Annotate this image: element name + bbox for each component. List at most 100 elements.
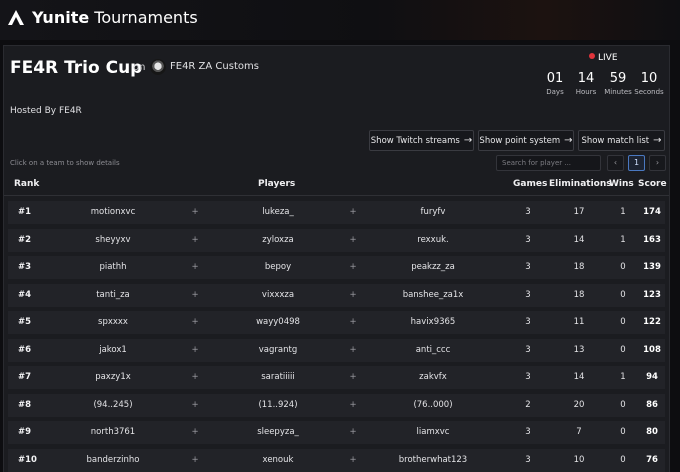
score-cell: 86 <box>646 399 658 410</box>
games-cell: 3 <box>525 344 531 355</box>
organizer-name[interactable]: FE4R ZA Customs <box>170 61 259 72</box>
player-1-name: tanti_za <box>96 289 130 300</box>
player-2-name: zyloxza <box>262 234 294 245</box>
wins-cell: 0 <box>620 399 626 410</box>
rank-cell: #6 <box>18 344 32 355</box>
eliminations-cell: 14 <box>573 372 585 382</box>
score-cell: 108 <box>643 344 661 355</box>
wins-cell: 1 <box>620 234 626 245</box>
player-3-name: (76..000) <box>413 399 453 410</box>
player-3-name: peakzz_za <box>411 262 455 272</box>
prev-page-button[interactable]: ‹ <box>607 155 624 171</box>
eliminations-cell: 17 <box>573 207 585 217</box>
rank-cell: #10 <box>18 454 37 465</box>
table-row[interactable]: #4 tanti_za + vixxxza + banshee_za1x 3 18 0 123 <box>8 283 665 307</box>
plus-icon: + <box>191 207 199 217</box>
rank-cell: #1 <box>18 207 32 217</box>
player-1-name: motionxvc <box>90 207 136 217</box>
player-2-name: lukeza_ <box>262 207 294 217</box>
plus-icon: + <box>349 454 357 465</box>
arrow-right-icon: → <box>653 135 662 146</box>
plus-icon: + <box>349 372 357 382</box>
table-row[interactable]: #9 north3761 + sleepyza_ + liamxvc 3 7 0 80 <box>8 421 665 444</box>
table-row[interactable]: #7 paxzy1x + saratiiiii + zakvfx 3 14 1 94 <box>8 366 665 389</box>
player-1-name: paxzy1x <box>95 372 131 382</box>
games-cell: 3 <box>525 207 531 217</box>
live-status: LIVE <box>589 53 618 63</box>
rank-cell: #8 <box>18 399 32 410</box>
plus-icon: + <box>191 427 199 437</box>
table-row[interactable]: #3 piathh + bepoy + peakzz_za 3 18 0 139 <box>8 256 665 279</box>
header-eliminations[interactable]: Eliminations <box>549 179 612 189</box>
player-2-name: wayy0498 <box>256 317 300 327</box>
yunite-logo-icon[interactable] <box>7 9 25 27</box>
header-games[interactable]: Games <box>513 179 547 189</box>
table-row[interactable]: #6 jakox1 + vagrantg + anti_ccc 3 13 0 108 <box>8 338 665 362</box>
page-1-button[interactable]: 1 <box>628 155 645 171</box>
score-cell: 122 <box>643 317 661 327</box>
plus-icon: + <box>349 344 357 355</box>
player-1-name: jakox1 <box>99 344 127 355</box>
player-3-name: havix9365 <box>410 317 456 327</box>
games-cell: 3 <box>525 317 531 327</box>
top-bar: Yunite Tournaments <box>0 0 680 40</box>
table-row[interactable]: #5 spxxxx + wayy0498 + havix9365 3 11 0 122 <box>8 311 665 334</box>
player-1-name: (94..245) <box>93 399 133 410</box>
live-dot-icon <box>589 53 595 59</box>
wins-cell: 0 <box>620 289 626 300</box>
eliminations-cell: 10 <box>573 454 585 465</box>
games-cell: 3 <box>525 262 531 272</box>
hosted-by: Hosted By FE4R <box>10 106 82 116</box>
plus-icon: + <box>191 289 199 300</box>
brand-name[interactable]: Yunite Tournaments <box>32 8 198 27</box>
player-3-name: liamxvc <box>416 427 450 437</box>
player-search-input[interactable] <box>496 155 601 171</box>
player-1-name: sheyyxv <box>95 234 131 245</box>
rank-cell: #4 <box>18 289 32 300</box>
games-cell: 3 <box>525 427 531 437</box>
wins-cell: 1 <box>620 207 626 217</box>
player-2-name: (11..924) <box>258 399 298 410</box>
next-page-button[interactable]: › <box>649 155 666 171</box>
player-1-name: banderzinho <box>86 454 140 465</box>
player-2-name: vixxxza <box>261 289 295 300</box>
eliminations-cell: 20 <box>573 399 585 410</box>
table-row[interactable]: #8 (94..245) + (11..924) + (76..000) 2 20 0 86 <box>8 393 665 417</box>
table-row[interactable]: #2 sheyyxv + zyloxza + rexxuk. 3 14 1 163 <box>8 228 665 252</box>
player-3-name: rexxuk. <box>417 234 449 245</box>
countdown-seconds: 10 Seconds <box>634 71 664 96</box>
arrow-right-icon: → <box>463 135 473 146</box>
countdown-hours: 14 Hours <box>575 71 597 96</box>
show-twitch-streams-button[interactable]: Show Twitch streams → <box>369 130 474 151</box>
show-match-list-button[interactable]: Show match list → <box>578 130 665 151</box>
organizer-avatar[interactable] <box>150 59 166 75</box>
score-cell: 163 <box>643 234 661 245</box>
plus-icon: + <box>349 317 357 327</box>
eliminations-cell: 11 <box>573 317 585 327</box>
plus-icon: + <box>349 234 357 245</box>
player-2-name: sleepyza_ <box>257 427 299 437</box>
score-cell: 174 <box>643 207 661 217</box>
player-3-name: furyfv <box>420 207 446 217</box>
table-row[interactable]: #1 motionxvc + lukeza_ + furyfv 3 17 1 174 <box>8 201 665 224</box>
plus-icon: + <box>349 427 357 437</box>
wins-cell: 0 <box>620 262 626 272</box>
wins-cell: 0 <box>620 317 626 327</box>
show-point-system-button[interactable]: Show point system → <box>478 130 574 151</box>
header-wins[interactable]: Wins <box>609 179 634 189</box>
player-1-name: spxxxx <box>98 317 128 327</box>
plus-icon: + <box>191 234 199 245</box>
plus-icon: + <box>191 372 199 382</box>
header-score[interactable]: Score <box>638 179 667 189</box>
player-2-name: saratiiiii <box>261 372 295 382</box>
plus-icon: + <box>191 262 199 272</box>
eliminations-cell: 18 <box>573 262 585 272</box>
wins-cell: 0 <box>620 427 626 437</box>
header-players[interactable]: Players <box>258 179 295 189</box>
header-rank[interactable]: Rank <box>14 179 39 189</box>
eliminations-cell: 13 <box>573 344 585 355</box>
rank-cell: #2 <box>18 234 32 245</box>
wins-cell: 0 <box>620 454 626 465</box>
rank-cell: #3 <box>18 262 32 272</box>
table-row[interactable]: #10 banderzinho + xenouk + brotherwhat123 3 10 0… <box>8 448 665 472</box>
